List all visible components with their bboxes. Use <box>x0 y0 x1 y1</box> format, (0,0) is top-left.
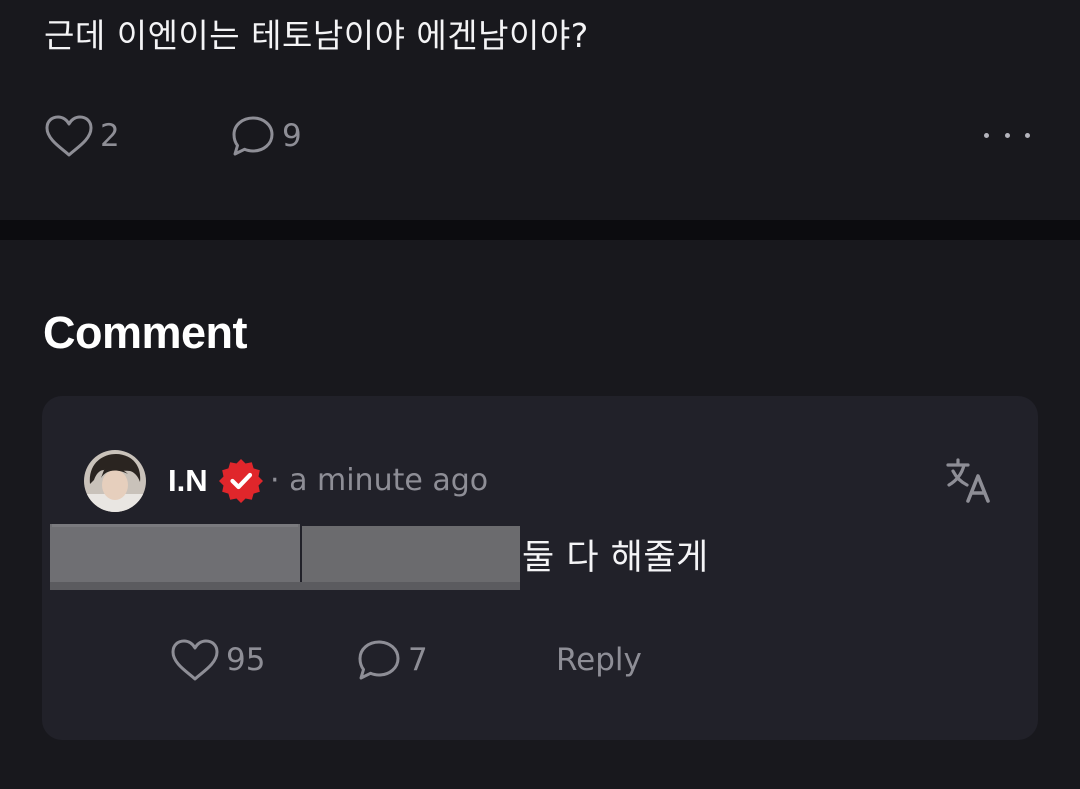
redacted-text-block <box>50 524 520 590</box>
dot <box>1025 132 1030 138</box>
post-like-count: 2 <box>100 117 120 154</box>
heart-icon <box>171 639 219 681</box>
dot <box>1004 132 1010 138</box>
post-comment-count: 9 <box>282 117 302 154</box>
translate-glyph <box>946 458 990 503</box>
post-like-button[interactable]: 2 <box>44 114 120 158</box>
avatar[interactable] <box>84 450 146 512</box>
comment-text: 둘 다 해줄게 <box>522 538 709 578</box>
post-comment-button[interactable]: 9 <box>230 114 302 158</box>
comment-like-count: 95 <box>226 641 266 678</box>
comment-icon <box>232 116 274 156</box>
translate-icon[interactable] <box>944 456 994 506</box>
comments-heading: Comment <box>43 307 248 358</box>
comment-reply-count-button[interactable]: 7 <box>356 638 428 682</box>
section-divider <box>0 220 1080 240</box>
comment-icon <box>358 640 400 680</box>
comment-reply-count: 7 <box>408 641 428 678</box>
dot <box>984 132 989 138</box>
post-container: 근데 이엔이는 테토남이야 에겐남이야? 2 9 <box>0 0 1080 220</box>
reply-button[interactable]: Reply <box>556 640 642 680</box>
avatar-image <box>84 450 146 512</box>
post-text: 근데 이엔이는 테토남이야 에겐남이야? <box>44 16 589 55</box>
comment-author[interactable]: I.N <box>168 462 208 500</box>
more-options-icon[interactable] <box>984 124 1030 146</box>
comment-like-button[interactable]: 95 <box>170 638 265 682</box>
heart-icon <box>45 115 93 157</box>
comment-timestamp: · a minute ago <box>270 463 489 498</box>
verified-badge-icon <box>219 459 263 503</box>
